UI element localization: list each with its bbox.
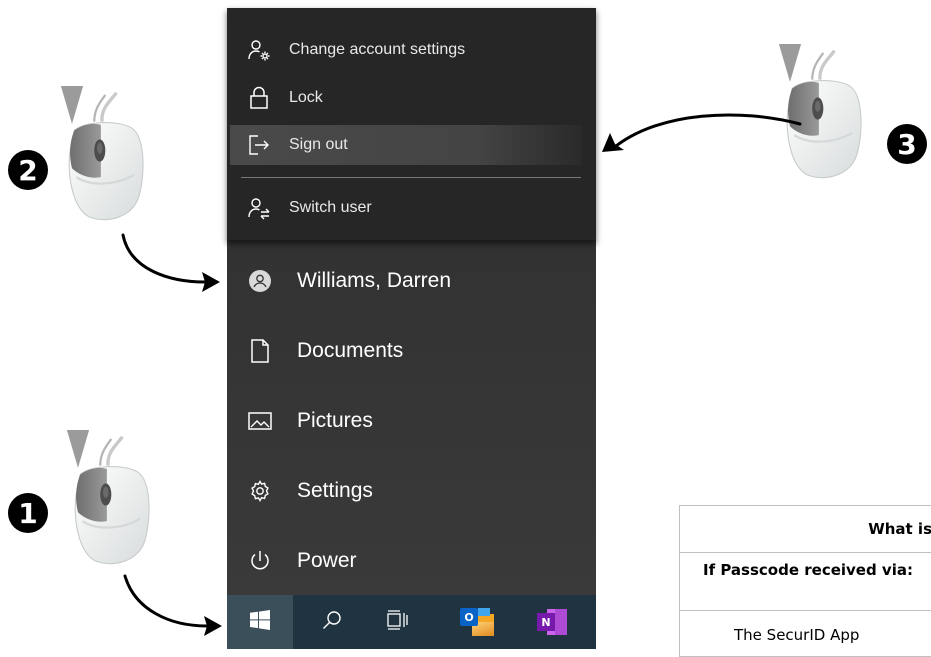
onenote-button[interactable]: N [522, 595, 582, 649]
passcode-table: What is If Passcode received via: The Se… [679, 505, 931, 657]
start-item-label: Williams, Darren [297, 269, 452, 292]
table-row: The SecurID App [680, 610, 931, 656]
search-icon [322, 610, 342, 634]
start-item-label: Documents [297, 339, 404, 362]
user-avatar-icon [247, 268, 273, 294]
gear-icon [247, 478, 273, 504]
start-item-settings[interactable]: Settings [227, 467, 596, 515]
start-item-documents[interactable]: Documents [227, 327, 596, 375]
table-col-header: If Passcode received via: [703, 561, 913, 579]
outlook-icon: O [460, 608, 494, 636]
start-item-label: Settings [297, 479, 373, 502]
sign-out-icon [247, 133, 271, 157]
arrow-to-signout [614, 113, 802, 148]
step-badge-3: 3 [887, 124, 927, 164]
start-item-user[interactable]: Williams, Darren [227, 257, 596, 305]
outlook-letter: O [460, 608, 478, 626]
step-badge-1: 1 [8, 493, 48, 533]
start-button[interactable] [227, 595, 293, 649]
mouse-illustration [777, 44, 863, 180]
start-item-label: Power [297, 549, 357, 572]
lock-icon [247, 86, 271, 110]
arrow-to-start [123, 574, 209, 628]
flyout-item-label: Sign out [289, 136, 348, 153]
table-header: What is [868, 520, 931, 538]
start-item-pictures[interactable]: Pictures [227, 397, 596, 445]
mouse-illustration [65, 430, 151, 566]
windows-start-icon [250, 610, 270, 634]
switch-user-icon [247, 196, 271, 220]
onenote-letter: N [537, 613, 555, 631]
task-view-button[interactable] [372, 595, 422, 649]
step-badge-2: 2 [8, 150, 48, 190]
start-menu: Williams, Darren Documents Pictures Sett… [227, 8, 596, 649]
taskbar: O N [227, 595, 596, 649]
flyout-divider [241, 177, 581, 178]
table-cell: The SecurID App [734, 626, 860, 644]
sign-out-item[interactable]: Sign out [230, 125, 582, 165]
outlook-button[interactable]: O [447, 595, 507, 649]
table-header-row: What is [680, 506, 931, 553]
flyout-item-label: Lock [289, 89, 323, 106]
change-account-settings-item[interactable]: Change account settings [227, 30, 596, 70]
flyout-item-label: Change account settings [289, 41, 466, 58]
account-settings-icon [247, 38, 271, 62]
start-item-power[interactable]: Power [227, 537, 596, 585]
lock-item[interactable]: Lock [227, 78, 596, 118]
power-icon [247, 548, 273, 574]
arrow-to-user [121, 233, 207, 284]
document-icon [247, 338, 273, 364]
search-button[interactable] [307, 595, 357, 649]
table-row: If Passcode received via: [680, 552, 931, 611]
start-item-label: Pictures [297, 409, 373, 432]
task-view-icon [386, 610, 408, 634]
onenote-icon: N [537, 609, 567, 635]
pictures-icon [247, 408, 273, 434]
mouse-illustration [59, 86, 145, 222]
flyout-item-label: Switch user [289, 199, 372, 216]
account-flyout: Change account settings Lock Sign out Sw… [227, 8, 596, 241]
switch-user-item[interactable]: Switch user [227, 188, 596, 228]
